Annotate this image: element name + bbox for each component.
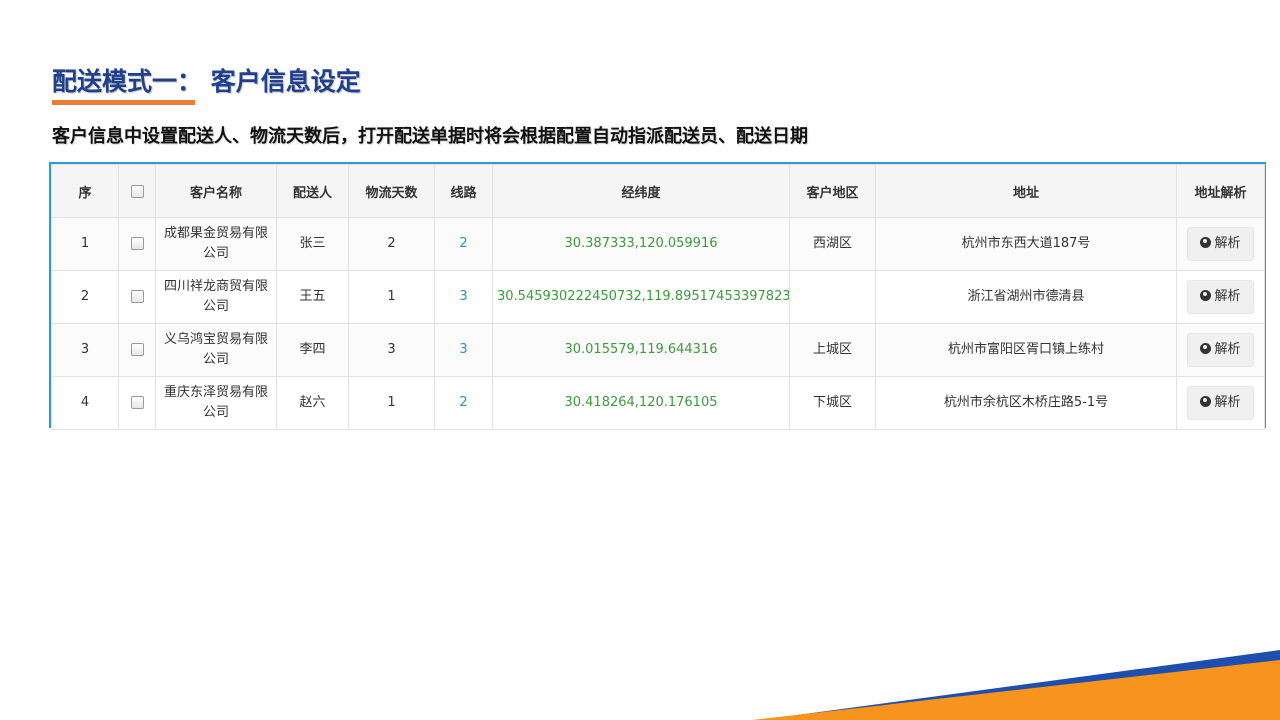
orange-wedge: [752, 660, 1280, 720]
corner-decoration: [752, 650, 1280, 720]
slide: 配送模式一： 客户信息设定 客户信息中设置配送人、物流天数后，打开配送单据时将会…: [0, 0, 1280, 720]
